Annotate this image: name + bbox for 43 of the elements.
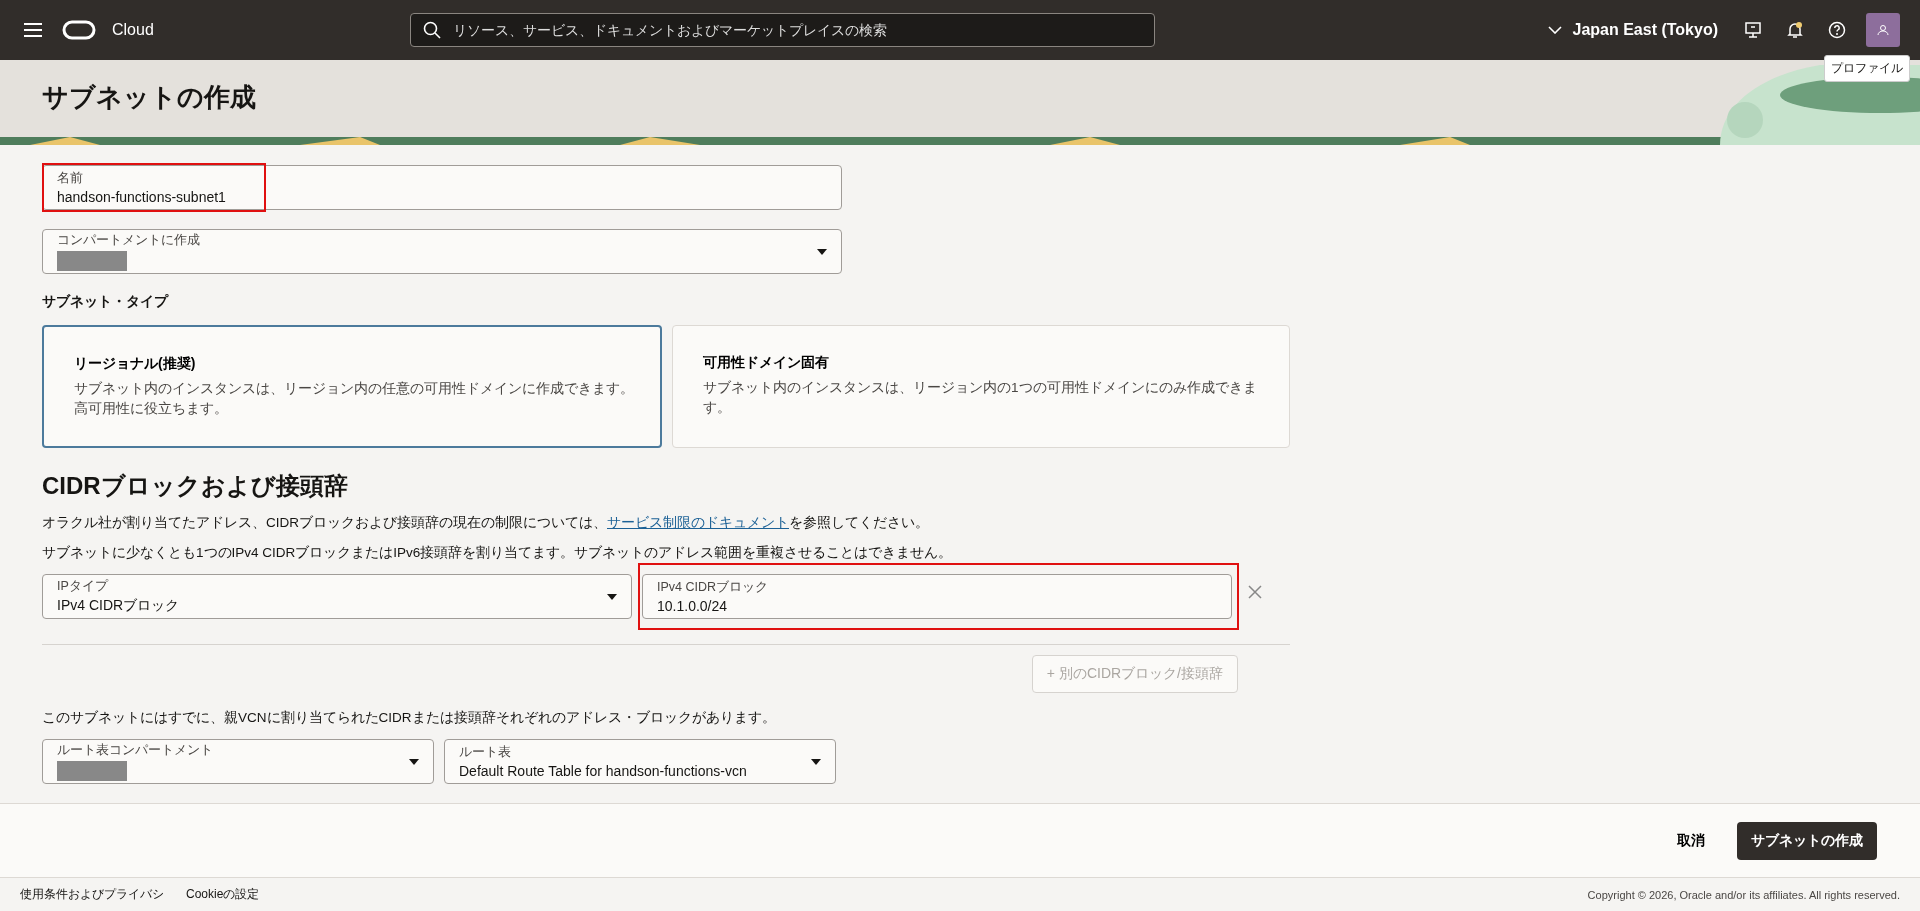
field-label: IPタイプ — [57, 578, 110, 595]
tooltip: プロファイル — [1824, 55, 1910, 82]
info-text: オラクル社が割り当てたアドレス、CIDRブロックおよび接頭辞の現在の制限については、サービス制限のドキュメント を参照してください。 — [42, 514, 930, 532]
footer-link[interactable]: 使用条件およびプライバシ — [20, 886, 164, 903]
option-card[interactable]: リージョナル(推奨) サブネット内のインスタンスは、リージョン内の任意の可用性ドメインに作成できます。高可用性に役立ちます。 — [42, 325, 662, 448]
instruction-text: サブネットに少なくとも1つのIPv4 CIDRブロックまたはIPv6接頭辞を割り当てます。サブネットのアドレス範囲を重複させることはできません。 — [42, 544, 954, 562]
brand-name: Cloud — [112, 21, 154, 39]
documentation-link[interactable]: サービス制限のドキュメント — [607, 515, 789, 530]
create-button[interactable]: サブネットの作成 — [1737, 821, 1877, 860]
search-field[interactable]: リソース、サービス、ドキュメントおよびマーケットプレイスの検索 — [409, 13, 1155, 47]
logo-icon — [62, 20, 96, 40]
field-value: 10.1.0.0/24 — [657, 598, 729, 614]
chevron-icon — [1548, 26, 1563, 34]
profile-avatar[interactable] — [1866, 13, 1900, 47]
field-value: IPv4 CIDRブロック — [57, 597, 181, 615]
text-field[interactable]: 名前 handson-functions-subnet1 — [42, 165, 842, 210]
caret-icon — [817, 248, 827, 255]
field-label: IPv4 CIDRブロック — [657, 579, 770, 596]
caret-icon — [409, 758, 419, 765]
text-field[interactable]: IPv4 CIDRブロック 10.1.0.0/24 — [642, 574, 1232, 619]
copyright-text: Copyright © 2026, Oracle and/or its affiliates. All rights reserved. — [1587, 888, 1900, 901]
select-field[interactable]: ルート表 Default Route Table for handson-functions-vcn — [444, 739, 836, 784]
search-icon — [422, 21, 441, 39]
caret-icon — [811, 758, 821, 765]
page-title: サブネットの作成 — [42, 81, 256, 114]
field-value: Default Route Table for handson-functions-vcn — [459, 763, 748, 779]
field-label: 名前 — [57, 170, 84, 187]
select-field[interactable]: コンパートメントに作成 — [42, 229, 842, 274]
field-value: handson-functions-subnet1 — [57, 189, 227, 205]
info-text: このサブネットにはすでに、親VCNに割り当てられたCIDRまたは接頭辞それぞれのアドレス・ブロックがあります。 — [42, 709, 777, 727]
section-heading: CIDRブロックおよび接頭辞 — [42, 471, 349, 501]
field-label: コンパートメントに作成 — [57, 232, 201, 249]
region-selector[interactable]: Japan East (Tokyo) — [1542, 20, 1724, 40]
select-field[interactable]: ルート表コンパートメント — [42, 739, 434, 784]
select-field[interactable]: IPタイプ IPv4 CIDRブロック — [42, 574, 632, 619]
search-input[interactable]: リソース、サービス、ドキュメントおよびマーケットプレイスの検索 — [450, 21, 1142, 39]
cancel-button[interactable]: 取消 — [1671, 830, 1711, 851]
caret-icon — [607, 593, 617, 600]
option-card[interactable]: 可用性ドメイン固有 サブネット内のインスタンスは、リージョン内の1つの可用性ドメインにのみ作成できます。 — [672, 325, 1290, 448]
field-label: ルート表コンパートメント — [57, 742, 214, 759]
section-label: サブネット・タイプ — [42, 293, 170, 311]
field-label: ルート表 — [459, 744, 512, 761]
footer-link[interactable]: Cookieの設定 — [186, 886, 260, 903]
